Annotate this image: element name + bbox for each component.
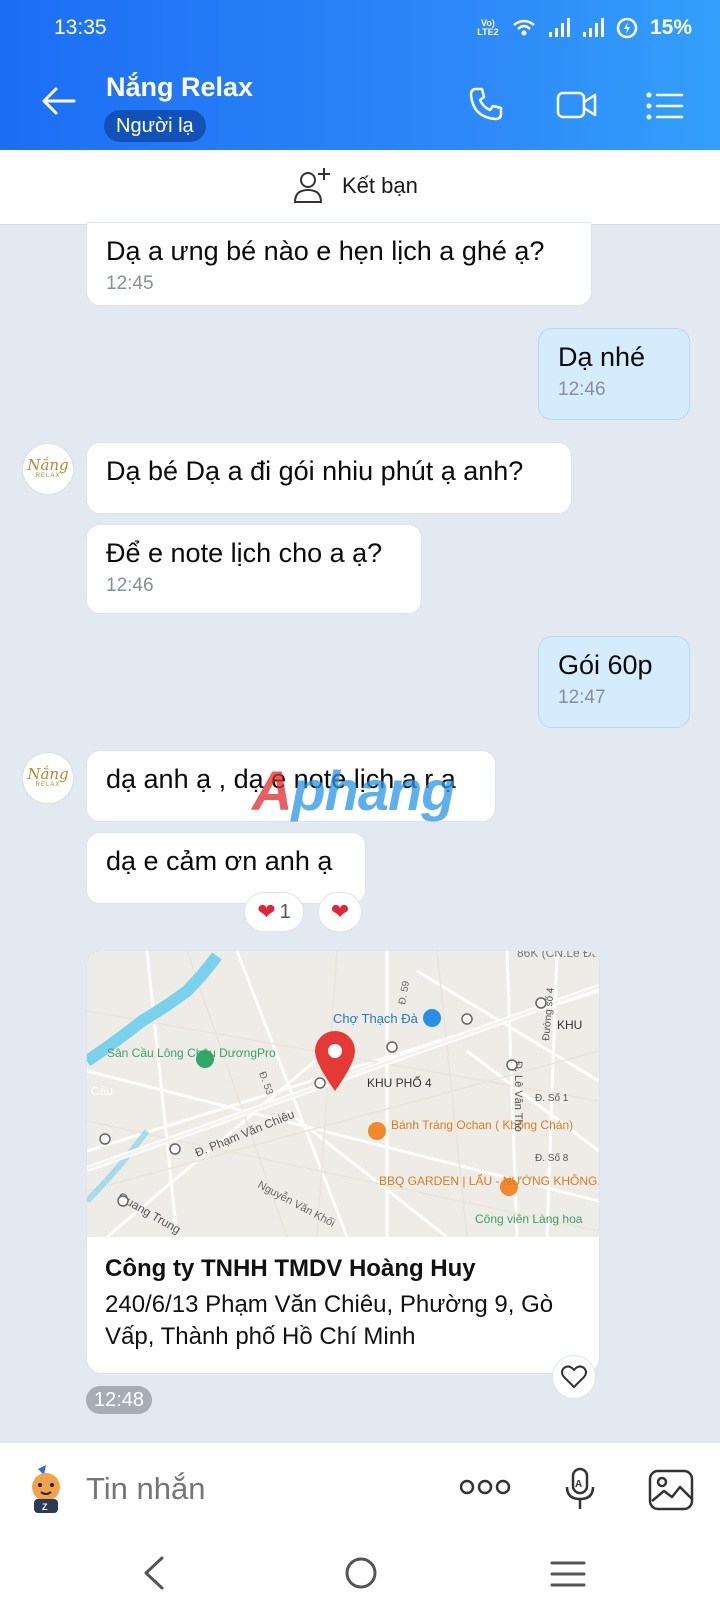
map-label: BBQ GARDEN | LẨU - NƯỚNG KHÔNG...: [379, 1173, 599, 1188]
signal-icon-2: [582, 18, 604, 37]
message-incoming[interactable]: Dạ bé Dạ a đi gói nhiu phút ạ anh?: [86, 442, 572, 514]
message-time: 12:45: [106, 273, 154, 294]
battery-saver-icon: [616, 17, 638, 39]
heart-icon: ❤: [330, 899, 350, 924]
message-time: 12:46: [558, 379, 606, 400]
status-time: 13:35: [54, 16, 107, 39]
heart-icon: ❤: [257, 899, 276, 924]
map-label: KHU PHỐ 4: [367, 1075, 432, 1090]
message-text: Dạ nhé: [558, 342, 646, 372]
system-nav-bar: [0, 1538, 720, 1612]
reaction-summary[interactable]: ❤ 1: [244, 892, 304, 932]
message-incoming[interactable]: Để e note lịch cho a ạ? 12:46: [86, 524, 422, 614]
signal-icon: [548, 18, 570, 37]
battery-level: 15%: [649, 16, 692, 39]
message-outgoing[interactable]: Gói 60p 12:47: [538, 636, 690, 728]
avatar-logo-text: Nắng: [27, 456, 69, 474]
avatar-logo-subtext: RELAX: [35, 473, 61, 479]
svg-text:A: A: [575, 1479, 582, 1490]
back-arrow-icon[interactable]: [40, 86, 76, 116]
like-button[interactable]: [552, 1355, 596, 1399]
message-input[interactable]: [86, 1471, 416, 1507]
video-call-icon[interactable]: [556, 90, 598, 120]
nav-back-icon[interactable]: [142, 1556, 166, 1590]
heart-outline-icon: [561, 1365, 587, 1388]
contact-name[interactable]: Nắng Relax: [106, 72, 253, 103]
image-gallery-icon[interactable]: [648, 1469, 694, 1511]
map-label: Đ. Lê Văn Thọ: [512, 1061, 524, 1132]
map-label: Đ. Số 8: [535, 1152, 569, 1164]
voice-to-text-icon[interactable]: A: [564, 1467, 596, 1511]
add-person-icon: [293, 168, 330, 203]
message-text: Để e note lịch cho a ạ?: [106, 538, 383, 568]
message-input-bar: Z A: [0, 1442, 720, 1539]
message-time: 12:48: [86, 1386, 153, 1414]
message-text: Dạ bé Dạ a đi gói nhiu phút ạ anh?: [106, 456, 524, 486]
map-label: Đ. Số 1: [535, 1092, 569, 1104]
watermark: Aphang: [252, 758, 455, 823]
message-incoming[interactable]: Dạ a ưng bé nào e hẹn lịch a ghé ạ? 12:4…: [86, 222, 592, 306]
stranger-badge: Người lạ: [104, 110, 206, 142]
chat-header: 13:35 Vo) LTE2 15% Nắng Relax Người lạ: [0, 0, 720, 150]
lte-indicator: Vo) LTE2: [477, 18, 499, 37]
message-time: 12:47: [558, 687, 606, 708]
location-address: 240/6/13 Phạm Văn Chiêu, Phường 9, Gò Vấ…: [105, 1291, 554, 1350]
menu-list-icon[interactable]: [646, 92, 684, 120]
message-text: Gói 60p: [558, 650, 653, 680]
map-label: Công viên Làng hoa: [475, 1212, 583, 1226]
location-map[interactable]: 86K (CN.Lê Đức Thọ) Chợ Thạch Đà Sân Cầu…: [87, 951, 599, 1237]
message-incoming[interactable]: dạ e cảm ơn anh ạ: [86, 832, 366, 904]
add-friend-bar: Kết bạn: [0, 150, 720, 225]
nav-home-icon[interactable]: [344, 1556, 378, 1590]
add-friend-button[interactable]: Kết bạn: [292, 166, 418, 206]
message-outgoing[interactable]: Dạ nhé 12:46: [538, 328, 690, 420]
message-time: 12:46: [106, 575, 154, 596]
message-text: Dạ a ưng bé nào e hẹn lịch a ghé ạ?: [106, 236, 545, 266]
phone-icon[interactable]: [468, 86, 504, 122]
reaction-count: 1: [279, 900, 291, 923]
add-friend-label: Kết bạn: [342, 173, 418, 198]
react-button[interactable]: ❤: [318, 892, 362, 932]
nav-recents-icon[interactable]: [550, 1560, 586, 1588]
contact-avatar[interactable]: Nắng RELAX: [22, 752, 74, 804]
map-label: KHU: [557, 1018, 582, 1032]
wifi-icon: [513, 19, 535, 36]
watermark-a: A: [252, 759, 292, 822]
sticker-mascot-icon[interactable]: Z: [24, 1465, 68, 1515]
avatar-logo-subtext: RELAX: [35, 782, 61, 788]
more-options-icon[interactable]: [460, 1477, 510, 1497]
map-label: Sân Cầu Lông Châu DươngPro: [107, 1046, 276, 1060]
message-text: dạ e cảm ơn anh ạ: [106, 846, 333, 876]
watermark-rest: phang: [291, 759, 455, 822]
map-label: Chợ Thạch Đà: [333, 1011, 419, 1026]
location-name: Công ty TNHH TMDV Hoàng Huy: [105, 1255, 476, 1282]
avatar-logo-text: Nắng: [27, 765, 69, 783]
svg-text:Z: Z: [42, 1502, 48, 1512]
status-icons: Vo) LTE2 15%: [476, 16, 692, 40]
location-card[interactable]: 86K (CN.Lê Đức Thọ) Chợ Thạch Đà Sân Cầu…: [86, 950, 600, 1374]
map-label: Bánh Tráng Ochan ( Không Chán): [391, 1118, 573, 1132]
map-label: Cầu: [91, 1084, 113, 1098]
map-label: 86K (CN.Lê Đức Thọ): [517, 951, 599, 960]
contact-avatar[interactable]: Nắng RELAX: [22, 443, 74, 495]
